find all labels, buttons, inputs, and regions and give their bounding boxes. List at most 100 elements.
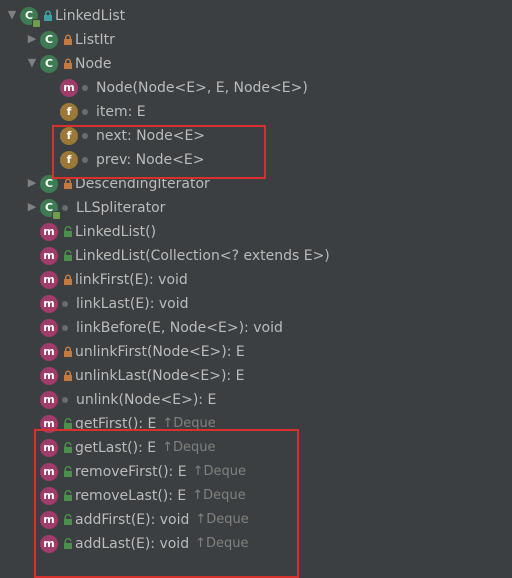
class-icon: C: [40, 175, 58, 193]
tree-label: DescendingIterator: [75, 172, 210, 196]
tree-row-method-addlast[interactable]: m addLast(E): void ↑Deque: [4, 532, 512, 556]
method-icon: m: [40, 487, 58, 505]
unlock-public-icon: [62, 418, 74, 430]
structure-tree[interactable]: ▼ C LinkedList ▶ C ListItr ▼ C Node m No…: [0, 0, 512, 556]
lock-private-icon: [62, 58, 74, 70]
method-icon: m: [40, 223, 58, 241]
inherit-label: ↑Deque: [193, 460, 246, 484]
tree-row-field-next[interactable]: f next: Node<E>: [4, 124, 512, 148]
tree-label: LLSpliterator: [76, 196, 165, 220]
tree-label: next: Node<E>: [96, 124, 205, 148]
tree-row-class-listitr[interactable]: ▶ C ListItr: [4, 28, 512, 52]
class-icon: C: [40, 31, 58, 49]
lock-pkg-icon: [42, 10, 54, 22]
tree-row-method-getfirst[interactable]: m getFirst(): E ↑Deque: [4, 412, 512, 436]
tree-label: item: E: [96, 100, 146, 124]
chevron-right-icon[interactable]: ▶: [24, 31, 40, 47]
dot-icon: [82, 109, 88, 115]
method-icon: m: [40, 391, 58, 409]
chevron-down-icon[interactable]: ▼: [4, 7, 20, 23]
tree-row-method-addfirst[interactable]: m addFirst(E): void ↑Deque: [4, 508, 512, 532]
unlock-public-icon: [62, 250, 74, 262]
tree-row-method-removelast[interactable]: m removeLast(): E ↑Deque: [4, 484, 512, 508]
inherit-label: ↑Deque: [162, 412, 215, 436]
tree-row-class-llsplit[interactable]: ▶ C LLSpliterator: [4, 196, 512, 220]
tree-row-method-unlinklast[interactable]: m unlinkLast(Node<E>): E: [4, 364, 512, 388]
lock-private-icon: [62, 370, 74, 382]
tree-label: getFirst(): E: [75, 412, 156, 436]
class-icon: C: [20, 7, 38, 25]
tree-label: unlink(Node<E>): E: [76, 388, 216, 412]
tree-label: LinkedList(Collection<? extends E>): [75, 244, 330, 268]
method-icon: m: [40, 319, 58, 337]
method-icon: m: [40, 367, 58, 385]
tree-label: unlinkFirst(Node<E>): E: [75, 340, 245, 364]
method-icon: m: [60, 79, 78, 97]
tree-label: prev: Node<E>: [96, 148, 204, 172]
field-icon: f: [60, 127, 78, 145]
tree-row-field-item[interactable]: f item: E: [4, 100, 512, 124]
tree-row-method-linklast[interactable]: m linkLast(E): void: [4, 292, 512, 316]
tree-label: addLast(E): void: [75, 532, 189, 556]
method-icon: m: [40, 463, 58, 481]
tree-label: removeLast(): E: [75, 484, 186, 508]
dot-icon: [62, 301, 68, 307]
inherit-label: ↑Deque: [162, 436, 215, 460]
tree-label: LinkedList(): [75, 220, 156, 244]
tree-label: removeFirst(): E: [75, 460, 187, 484]
lock-private-icon: [62, 34, 74, 46]
inherit-label: ↑Deque: [195, 508, 248, 532]
lock-private-icon: [62, 274, 74, 286]
tree-row-method-unlink[interactable]: m unlink(Node<E>): E: [4, 388, 512, 412]
lock-private-icon: [62, 178, 74, 190]
tree-row-method-ctor1[interactable]: m LinkedList(Collection<? extends E>): [4, 244, 512, 268]
dot-icon: [62, 397, 68, 403]
tree-label: linkFirst(E): void: [75, 268, 188, 292]
chevron-right-icon[interactable]: ▶: [24, 175, 40, 191]
tree-row-field-prev[interactable]: f prev: Node<E>: [4, 148, 512, 172]
unlock-public-icon: [62, 490, 74, 502]
field-icon: f: [60, 151, 78, 169]
tree-row-method-removefirst[interactable]: m removeFirst(): E ↑Deque: [4, 460, 512, 484]
tree-label: unlinkLast(Node<E>): E: [75, 364, 244, 388]
class-icon: C: [40, 55, 58, 73]
tree-row-method-ctor0[interactable]: m LinkedList(): [4, 220, 512, 244]
dot-icon: [82, 85, 88, 91]
tree-row-method-unlinkfirst[interactable]: m unlinkFirst(Node<E>): E: [4, 340, 512, 364]
method-icon: m: [40, 511, 58, 529]
unlock-public-icon: [62, 538, 74, 550]
method-icon: m: [40, 295, 58, 313]
unlock-public-icon: [62, 514, 74, 526]
tree-label: linkLast(E): void: [76, 292, 189, 316]
chevron-right-icon[interactable]: ▶: [24, 199, 40, 215]
chevron-down-icon[interactable]: ▼: [24, 55, 40, 71]
method-icon: m: [40, 535, 58, 553]
tree-label: ListItr: [75, 28, 115, 52]
tree-label: Node(Node<E>, E, Node<E>): [96, 76, 308, 100]
tree-row-method-node-ctor[interactable]: m Node(Node<E>, E, Node<E>): [4, 76, 512, 100]
dot-icon: [62, 325, 68, 331]
tree-label: LinkedList: [55, 4, 125, 28]
unlock-public-icon: [62, 442, 74, 454]
tree-row-method-linkfirst[interactable]: m linkFirst(E): void: [4, 268, 512, 292]
tree-label: Node: [75, 52, 112, 76]
tree-row-method-linkbefore[interactable]: m linkBefore(E, Node<E>): void: [4, 316, 512, 340]
tree-row-method-getlast[interactable]: m getLast(): E ↑Deque: [4, 436, 512, 460]
dot-icon: [82, 133, 88, 139]
method-icon: m: [40, 271, 58, 289]
class-icon: C: [40, 199, 58, 217]
tree-row-class-linkedlist[interactable]: ▼ C LinkedList: [4, 4, 512, 28]
tree-row-class-desciter[interactable]: ▶ C DescendingIterator: [4, 172, 512, 196]
inherit-label: ↑Deque: [195, 532, 248, 556]
tree-label: addFirst(E): void: [75, 508, 189, 532]
field-icon: f: [60, 103, 78, 121]
tree-label: getLast(): E: [75, 436, 156, 460]
method-icon: m: [40, 415, 58, 433]
inherit-label: ↑Deque: [192, 484, 245, 508]
method-icon: m: [40, 247, 58, 265]
unlock-public-icon: [62, 466, 74, 478]
lock-private-icon: [62, 346, 74, 358]
tree-row-class-node[interactable]: ▼ C Node: [4, 52, 512, 76]
method-icon: m: [40, 439, 58, 457]
dot-icon: [82, 157, 88, 163]
